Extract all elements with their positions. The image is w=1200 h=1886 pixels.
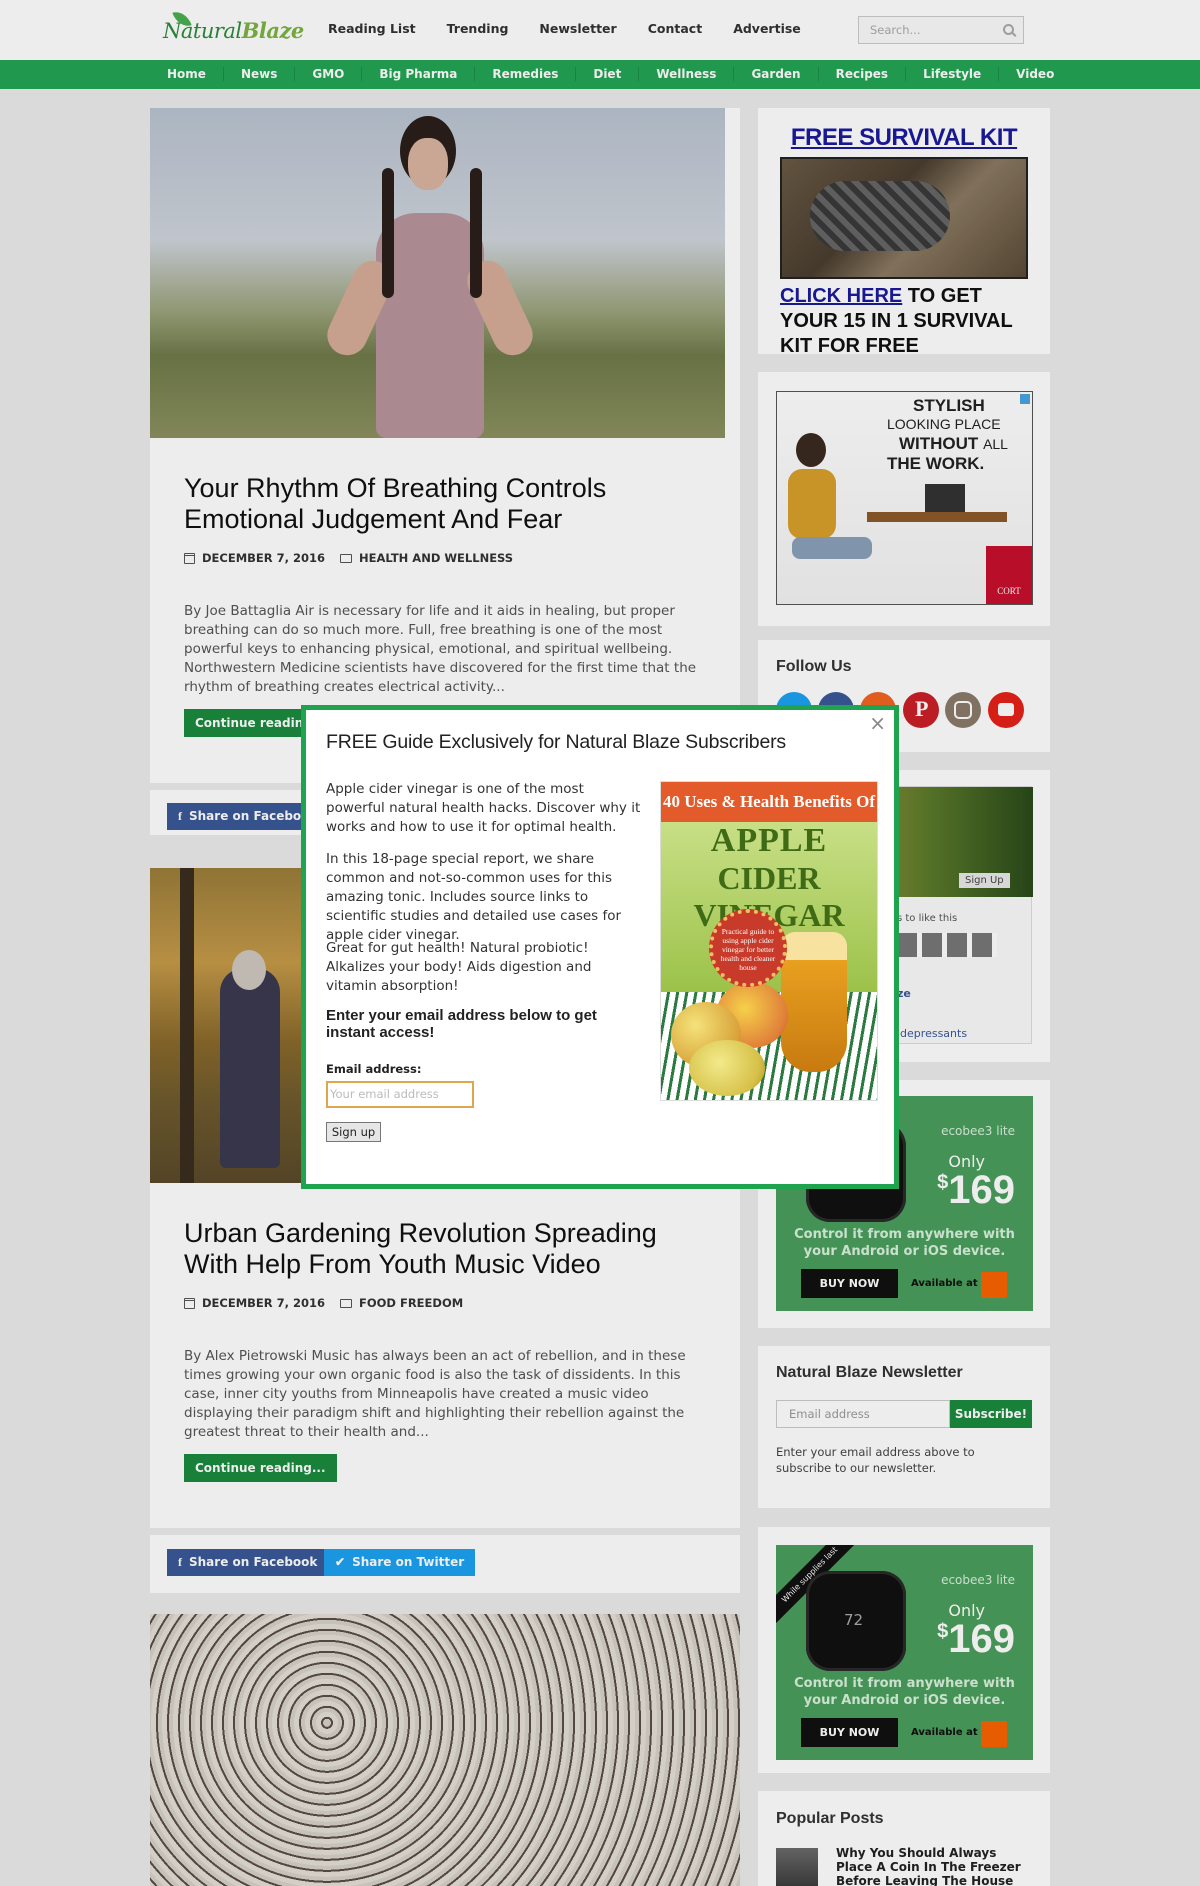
ebook-title-line1: APPLE xyxy=(710,822,828,859)
email-label: Email address: xyxy=(326,1062,422,1076)
modal-lead-text: Enter your email address below to get in… xyxy=(326,1007,597,1041)
modal-title: FREE Guide Exclusively for Natural Blaze… xyxy=(326,731,786,753)
ebook-cover-image: 40 Uses & Health Benefits Of APPLE CIDER… xyxy=(661,782,877,1100)
close-icon[interactable]: × xyxy=(869,713,886,733)
modal-paragraph: Great for gut health! Natural probiotic!… xyxy=(326,940,592,994)
modal-paragraph: In this 18-page special report, we share… xyxy=(326,851,622,943)
ebook-badge: Practical guide to using apple cider vin… xyxy=(709,909,787,987)
bottle-image xyxy=(781,932,847,1072)
modal-paragraph: Apple cider vinegar is one of the most p… xyxy=(326,781,641,835)
subscribe-modal: × FREE Guide Exclusively for Natural Bla… xyxy=(301,705,899,1189)
sign-up-button[interactable]: Sign up xyxy=(326,1122,381,1142)
email-field[interactable]: Your email address xyxy=(326,1081,474,1108)
ebook-subtitle: 40 Uses & Health Benefits Of xyxy=(662,792,875,811)
